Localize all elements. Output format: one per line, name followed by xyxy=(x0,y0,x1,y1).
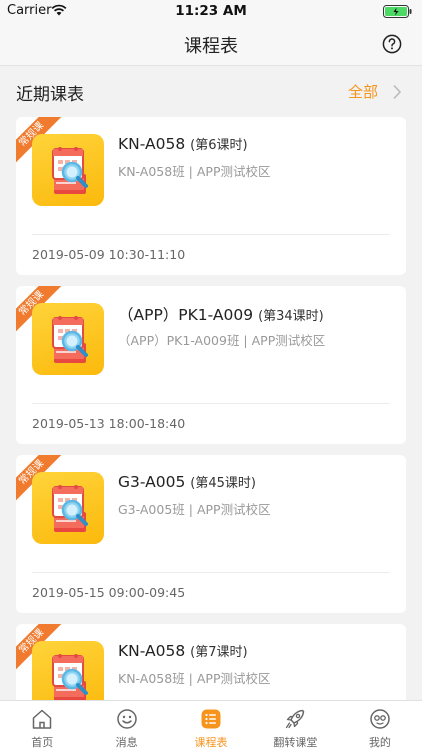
schedule-icon xyxy=(201,709,221,729)
home-icon xyxy=(32,709,52,729)
lesson-number: (第45课时) xyxy=(190,476,256,491)
page-title: 课程表 xyxy=(184,36,238,57)
tab-schedule[interactable]: 课程表 xyxy=(169,701,253,750)
tab-messages[interactable]: 消息 xyxy=(84,701,168,750)
lesson-number: (第7课时) xyxy=(190,645,248,660)
class-campus-label: G3-A005班 | APP测试校区 xyxy=(118,502,271,517)
course-time: 2019-05-13 18:00-18:40 xyxy=(32,416,186,431)
rocket-icon xyxy=(286,709,305,729)
tab-label: 我的 xyxy=(368,736,391,749)
lesson-number: (第34课时) xyxy=(258,309,324,324)
tab-flipped-classroom[interactable]: 翻转课堂 xyxy=(253,701,337,750)
course-card[interactable]: 常规课 G3-A005 (第45课时) G3-A005班 | APP测试校区 2… xyxy=(16,455,406,613)
class-campus-label: KN-A058班 | APP测试校区 xyxy=(118,164,271,179)
course-book-icon xyxy=(32,134,104,206)
tab-label: 翻转课堂 xyxy=(273,736,318,749)
course-title: KN-A058 (第6课时) xyxy=(118,135,248,153)
message-icon xyxy=(116,709,137,729)
tab-label: 课程表 xyxy=(194,736,228,749)
course-card[interactable]: 常规课 （APP）PK1-A009 (第34课时) （APP）PK1-A009班… xyxy=(16,286,406,444)
profile-icon xyxy=(370,709,390,729)
course-time: 2019-05-09 10:30-11:10 xyxy=(32,247,186,262)
battery-icon xyxy=(383,5,412,18)
tab-bar: 首页 消息 课程表 翻转课堂 我的 xyxy=(0,700,422,750)
card-divider xyxy=(32,234,390,235)
help-icon[interactable] xyxy=(382,34,402,54)
chevron-right-icon[interactable] xyxy=(392,84,402,100)
tab-label: 首页 xyxy=(31,736,54,749)
status-bar: Carrier 11:23 AM xyxy=(0,0,422,22)
course-title: KN-A058 (第7课时) xyxy=(118,642,248,660)
course-card[interactable]: 常规课 KN-A058 (第6课时) KN-A058班 | APP测试校区 20… xyxy=(16,117,406,275)
card-divider xyxy=(32,403,390,404)
tab-profile[interactable]: 我的 xyxy=(338,701,422,750)
tab-label: 消息 xyxy=(115,736,138,749)
recent-schedule-header: 近期课表 全部 xyxy=(0,67,422,115)
section-title: 近期课表 xyxy=(16,85,84,105)
lesson-number: (第6课时) xyxy=(190,138,248,153)
class-campus-label: （APP）PK1-A009班 | APP测试校区 xyxy=(118,333,326,348)
course-title: G3-A005 (第45课时) xyxy=(118,473,256,491)
view-all-link[interactable]: 全部 xyxy=(348,81,378,102)
tab-home[interactable]: 首页 xyxy=(0,701,84,750)
course-title: （APP）PK1-A009 (第34课时) xyxy=(118,306,324,324)
status-time: 11:23 AM xyxy=(175,3,247,19)
course-book-icon xyxy=(32,303,104,375)
navigation-bar: 课程表 xyxy=(0,22,422,66)
class-campus-label: KN-A058班 | APP测试校区 xyxy=(118,671,271,686)
course-time: 2019-05-15 09:00-09:45 xyxy=(32,585,186,600)
course-book-icon xyxy=(32,472,104,544)
card-divider xyxy=(32,572,390,573)
